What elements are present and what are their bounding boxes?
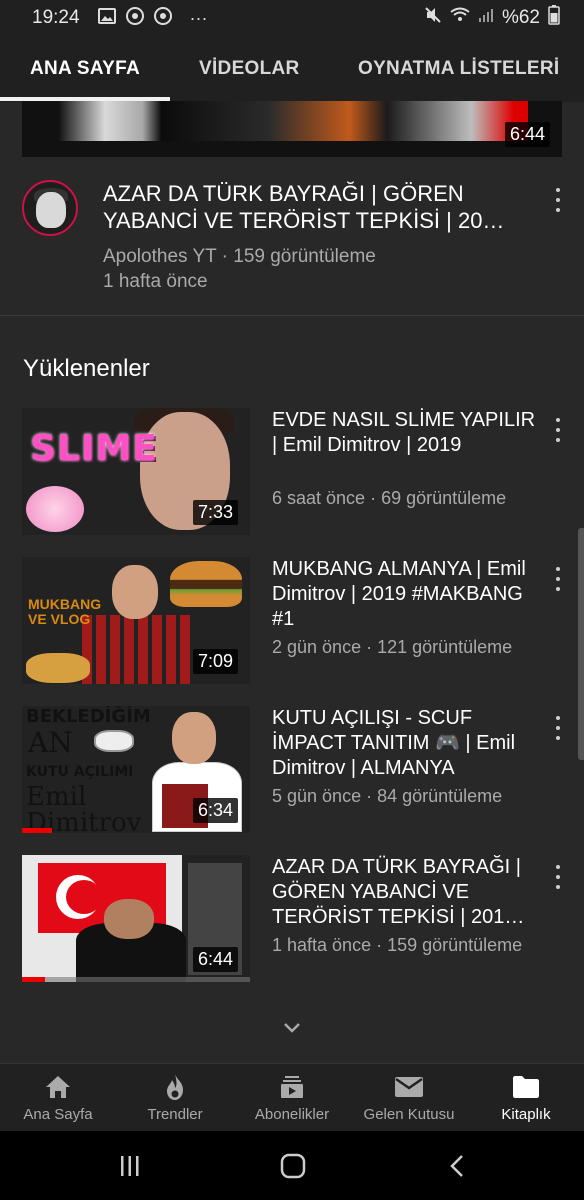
video-thumbnail[interactable]: BEKLEDİĞİM AN KUTU AÇILIMI Emil Dimitrov… <box>22 706 250 833</box>
thumbnail-face <box>104 899 154 939</box>
more-notifications: ··· <box>189 7 208 28</box>
status-bar: 19:24 ··· %62 <box>0 0 584 36</box>
tab-home[interactable]: ANA SAYFA <box>30 58 140 80</box>
avatar-face <box>36 192 66 228</box>
channel-views: Apolothes YT · 159 görüntüleme <box>103 246 376 267</box>
back-button[interactable] <box>437 1151 477 1181</box>
battery-icon <box>548 5 560 31</box>
watch-progress-track <box>22 977 250 982</box>
video-meta: 6 saat önce · 69 görüntüleme <box>272 488 507 508</box>
nav-subscriptions[interactable]: Abonelikler <box>234 1064 350 1132</box>
video-item[interactable]: SLIME 7:33 EVDE NASIL SLİME YAPILIR | Em… <box>0 408 584 538</box>
more-options-icon[interactable] <box>548 865 568 889</box>
thumbnail-text: Emil Dimitrov <box>26 782 142 833</box>
video-meta: Apolothes YT · 159 görüntüleme 1 hafta ö… <box>103 244 376 294</box>
more-options-icon[interactable] <box>548 716 568 740</box>
thumbnail-text: SLIME <box>30 428 158 469</box>
section-title: Yüklenenler <box>23 355 150 382</box>
video-meta: 5 gün önce · 84 görüntüleme <box>272 786 503 806</box>
more-options-icon[interactable] <box>548 188 568 212</box>
nav-inbox[interactable]: Gelen Kutusu <box>351 1064 467 1132</box>
bottom-navigation: Ana Sayfa Trendler Abonelikler Gelen Kut… <box>0 1063 584 1131</box>
mute-icon <box>424 6 442 30</box>
scrollbar[interactable] <box>578 528 584 760</box>
watch-progress-bar <box>22 977 45 982</box>
featured-video-thumbnail[interactable]: 6:44 <box>22 101 562 157</box>
video-thumbnail[interactable]: MUKBANG VE VLOG 7:09 <box>22 557 250 684</box>
watch-progress-bar <box>22 828 52 833</box>
recent-apps-button[interactable] <box>110 1151 150 1181</box>
nav-home[interactable]: Ana Sayfa <box>0 1064 116 1132</box>
flame-icon <box>160 1072 190 1102</box>
thumbnail-text: MUKBANG VE VLOG <box>28 596 102 627</box>
gamepad-icon <box>94 730 134 752</box>
chrome-icon <box>153 6 172 30</box>
tab-playlists[interactable]: OYNATMA LİSTELERİ <box>358 58 559 80</box>
thumbnail-food <box>26 653 90 683</box>
video-title[interactable]: AZAR DA TÜRK BAYRAĞI | GÖREN YABANCİ VE … <box>272 855 542 930</box>
video-thumbnail[interactable]: 6:44 <box>22 855 250 982</box>
folder-icon <box>511 1072 541 1102</box>
video-duration: 6:44 <box>504 122 550 147</box>
tab-videos[interactable]: VİDEOLAR <box>199 58 300 80</box>
video-item[interactable]: BEKLEDİĞİM AN KUTU AÇILIMI Emil Dimitrov… <box>0 706 584 836</box>
nav-label: Abonelikler <box>254 1106 330 1123</box>
featured-video-info[interactable]: AZAR DA TÜRK BAYRAĞI | GÖREN YABANCİ VE … <box>0 176 584 296</box>
signal-icon <box>478 7 494 29</box>
more-options-icon[interactable] <box>548 418 568 442</box>
video-item[interactable]: 6:44 AZAR DA TÜRK BAYRAĞI | GÖREN YABANC… <box>0 855 584 985</box>
clock: 19:24 <box>32 7 80 28</box>
video-duration: 6:34 <box>192 798 238 823</box>
thumbnail-slime <box>26 486 84 532</box>
video-item[interactable]: MUKBANG VE VLOG 7:09 MUKBANG ALMANYA | E… <box>0 557 584 687</box>
more-options-icon[interactable] <box>548 567 568 591</box>
nav-label: Trendler <box>147 1106 203 1123</box>
mail-icon <box>394 1072 424 1102</box>
thumbnail-text: BEKLEDİĞİM <box>26 706 151 727</box>
home-icon <box>43 1072 73 1102</box>
thumbnail-text: AN <box>28 726 73 759</box>
video-meta: 1 hafta önce · 159 görüntüleme <box>272 935 523 955</box>
video-duration: 7:33 <box>192 500 238 525</box>
video-duration: 7:09 <box>192 649 238 674</box>
video-meta: 2 gün önce · 121 görüntüleme <box>272 637 513 657</box>
thumbnail-image <box>58 101 528 141</box>
chevron-down-icon[interactable] <box>282 1018 302 1038</box>
video-title[interactable]: KUTU AÇILIŞI - SCUF İMPACT TANITIM 🎮 | E… <box>272 706 542 781</box>
chrome-icon <box>125 6 144 30</box>
nav-trending[interactable]: Trendler <box>117 1064 233 1132</box>
video-duration: 6:44 <box>192 947 238 972</box>
subscriptions-icon <box>277 1072 307 1102</box>
divider <box>0 315 584 316</box>
upload-age: 1 hafta önce <box>103 271 208 292</box>
video-title[interactable]: EVDE NASIL SLİME YAPILIR | Emil Dimitrov… <box>272 408 542 458</box>
nav-label: Gelen Kutusu <box>363 1106 455 1123</box>
channel-avatar[interactable] <box>22 180 78 236</box>
channel-tabs: ANA SAYFA VİDEOLAR OYNATMA LİSTELERİ <box>0 36 584 102</box>
nav-label: Kitaplık <box>501 1106 551 1123</box>
thumbnail-face <box>112 565 158 619</box>
wifi-icon <box>450 7 470 29</box>
thumbnail-burger <box>170 561 242 607</box>
battery-text: %62 <box>501 7 540 28</box>
system-navigation-bar <box>0 1131 584 1200</box>
home-button[interactable] <box>273 1151 313 1181</box>
video-thumbnail[interactable]: SLIME 7:33 <box>22 408 250 535</box>
video-title[interactable]: AZAR DA TÜRK BAYRAĞI | GÖREN YABANCİ VE … <box>103 180 523 234</box>
nav-label: Ana Sayfa <box>23 1106 93 1123</box>
gallery-icon <box>97 7 116 29</box>
video-title[interactable]: MUKBANG ALMANYA | Emil Dimitrov | 2019 #… <box>272 557 542 632</box>
nav-library[interactable]: Kitaplık <box>468 1064 584 1132</box>
thumbnail-text: KUTU AÇILIMI <box>26 764 134 780</box>
